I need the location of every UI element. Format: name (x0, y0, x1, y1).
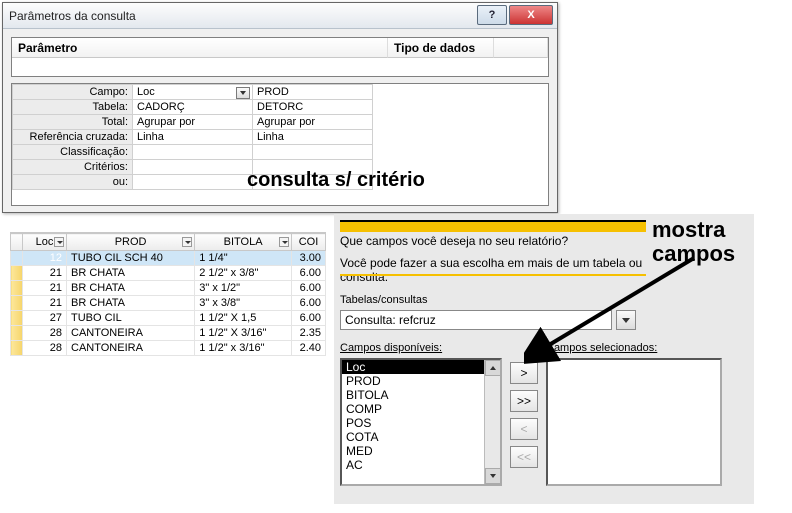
list-item[interactable]: AC (342, 458, 500, 472)
cell-bitola[interactable]: 1 1/2" X 3/16" (195, 326, 292, 341)
selected-fields-list[interactable] (546, 358, 722, 486)
remove-button[interactable]: < (510, 418, 538, 440)
chevron-down-icon[interactable] (279, 237, 289, 247)
scroll-up-icon[interactable] (485, 360, 501, 376)
add-button[interactable]: > (510, 362, 538, 384)
parameter-grid: Parâmetro Tipo de dados (11, 37, 549, 77)
row-selector[interactable] (11, 296, 23, 311)
close-button[interactable]: X (509, 5, 553, 25)
col-header[interactable]: Loc (23, 234, 67, 251)
cell-coi[interactable]: 2.40 (292, 341, 326, 356)
cell-prod[interactable]: BR CHATA (67, 296, 195, 311)
cell-prod[interactable]: CANTONEIRA (67, 326, 195, 341)
scroll-down-icon[interactable] (485, 468, 501, 484)
cell-bitola[interactable]: 3" x 3/8" (195, 296, 292, 311)
wizard-question: Que campos você deseja no seu relatório? (340, 234, 568, 248)
window-title: Parâmetros da consulta (9, 9, 136, 23)
remove-all-button[interactable]: << (510, 446, 538, 468)
cell-bitola[interactable]: 2 1/2" x 3/8" (195, 266, 292, 281)
chevron-down-icon[interactable] (54, 237, 64, 247)
cell-coi[interactable]: 6.00 (292, 281, 326, 296)
cell-loc[interactable]: 28 (23, 326, 67, 341)
list-item[interactable]: COTA (342, 430, 500, 444)
decorative-rule (340, 220, 646, 232)
row-label: Campo: (13, 85, 133, 100)
cell-prod[interactable]: CANTONEIRA (67, 341, 195, 356)
scrollbar[interactable] (484, 360, 500, 484)
cell-prod[interactable]: TUBO CIL SCH 40 (67, 251, 195, 266)
cell-loc[interactable]: 28 (23, 341, 67, 356)
available-fields-label: Campos disponíveis: (340, 342, 442, 354)
cell-coi[interactable]: 2.35 (292, 326, 326, 341)
cell-coi[interactable]: 6.00 (292, 296, 326, 311)
list-item[interactable]: BITOLA (342, 388, 500, 402)
chevron-down-icon[interactable] (616, 310, 636, 330)
cell-loc[interactable]: 21 (23, 296, 67, 311)
tables-label: Tabelas/consultas (340, 294, 427, 306)
wizard-subtext: Você pode fazer a sua escolha em mais de… (340, 256, 650, 284)
cell-bitola[interactable]: 3" x 1/2" (195, 281, 292, 296)
row-selector[interactable] (11, 311, 23, 326)
cell-prod[interactable]: BR CHATA (67, 266, 195, 281)
row-selector[interactable] (11, 326, 23, 341)
titlebar: Parâmetros da consulta ? X (3, 3, 557, 29)
decorative-rule (340, 274, 646, 276)
col-header[interactable]: COI (292, 234, 326, 251)
list-item[interactable]: MED (342, 444, 500, 458)
row-selector[interactable] (11, 341, 23, 356)
cell-bitola[interactable]: 1 1/4" (195, 251, 292, 266)
list-item[interactable]: POS (342, 416, 500, 430)
list-item[interactable]: COMP (342, 402, 500, 416)
cell-prod[interactable]: TUBO CIL (67, 311, 195, 326)
row-selector[interactable] (11, 251, 23, 266)
tables-combo[interactable]: Consulta: refcruz (340, 310, 612, 330)
col-type-header[interactable]: Tipo de dados (388, 38, 494, 58)
cell-coi[interactable]: 6.00 (292, 266, 326, 281)
selected-fields-label: Campos selecionados: (546, 342, 657, 354)
chevron-down-icon[interactable] (236, 87, 250, 99)
field-cell[interactable]: PROD (253, 85, 373, 100)
list-item[interactable]: PROD (342, 374, 500, 388)
col-header[interactable]: BITOLA (195, 234, 292, 251)
annotation-text: mostra campos (652, 218, 735, 266)
cell-loc[interactable]: 21 (23, 281, 67, 296)
add-all-button[interactable]: >> (510, 390, 538, 412)
cell-bitola[interactable]: 1 1/2" X 1,5 (195, 311, 292, 326)
annotation-text: consulta s/ critério (247, 169, 425, 192)
row-selector[interactable] (11, 266, 23, 281)
datasheet[interactable]: Loc PROD BITOLA COI 12TUBO CIL SCH 401 1… (10, 232, 326, 356)
row-selector[interactable] (11, 281, 23, 296)
col-header[interactable]: PROD (67, 234, 195, 251)
parameters-dialog: Parâmetros da consulta ? X Parâmetro Tip… (2, 2, 558, 213)
cell-loc[interactable]: 12 (23, 251, 67, 266)
cell-loc[interactable]: 27 (23, 311, 67, 326)
available-fields-list[interactable]: LocPRODBITOLACOMPPOSCOTAMEDAC (340, 358, 502, 486)
chevron-down-icon[interactable] (182, 237, 192, 247)
cell-coi[interactable]: 6.00 (292, 311, 326, 326)
row-selector-header (11, 234, 23, 251)
list-item[interactable]: Loc (342, 360, 500, 374)
cell-loc[interactable]: 21 (23, 266, 67, 281)
cell-coi[interactable]: 3.00 (292, 251, 326, 266)
col-spacer (494, 38, 548, 58)
cell-prod[interactable]: BR CHATA (67, 281, 195, 296)
col-parameter-header[interactable]: Parâmetro (12, 38, 388, 58)
field-cell[interactable]: Loc (133, 85, 253, 100)
cell-bitola[interactable]: 1 1/2" x 3/16" (195, 341, 292, 356)
help-button[interactable]: ? (477, 5, 507, 25)
